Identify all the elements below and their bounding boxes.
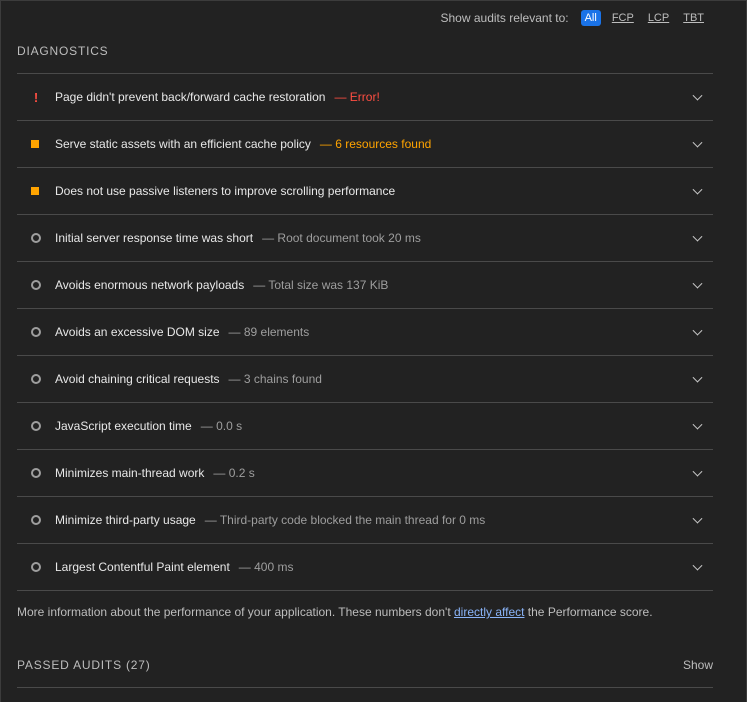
chevron-down-icon[interactable] [692,372,703,383]
audit-title: Initial server response time was short [55,231,254,245]
audit-detail: — 0.0 s [200,419,243,433]
chevron-down-icon[interactable] [692,560,703,571]
informative-circle-icon [31,562,41,572]
chevron-down-icon[interactable] [692,137,703,148]
filter-fcp-button[interactable]: FCP [609,11,637,25]
chevron-down-icon[interactable] [692,325,703,336]
audit-row[interactable]: Serve static assets with an efficient ca… [17,121,713,168]
warning-square-icon [31,187,39,195]
informative-circle-icon [31,374,41,384]
audit-title: Avoids enormous network payloads [55,278,245,292]
audit-row[interactable]: Avoid chaining critical requests — 3 chai… [17,356,713,403]
audit-title: Minimize third-party usage [55,513,196,527]
informative-circle-icon [31,421,41,431]
info-text-after: the Performance score. [524,605,653,619]
informative-circle-icon [31,468,41,478]
warning-square-icon [31,140,39,148]
diagnostics-audit-list: ! Page didn't prevent back/forward cache … [17,73,713,591]
diagnostics-title: DIAGNOSTICS [17,44,109,58]
audit-row[interactable]: Minimize third-party usage — Third-party … [17,497,713,544]
audit-detail: — 89 elements [228,325,310,339]
audit-status-icon-wrap [17,374,55,384]
audit-title: Avoid chaining critical requests [55,372,220,386]
chevron-down-icon[interactable] [692,231,703,242]
audit-title: Does not use passive listeners to improv… [55,184,396,198]
filter-lcp-button[interactable]: LCP [645,11,672,25]
audit-row[interactable]: Avoids enormous network payloads — Total … [17,262,713,309]
audit-row[interactable]: Does not use passive listeners to improv… [17,168,713,215]
audit-detail: — Total size was 137 KiB [253,278,389,292]
filter-all-button[interactable]: All [580,10,601,26]
audit-row[interactable]: JavaScript execution time — 0.0 s [17,403,713,450]
audit-status-icon-wrap [17,280,55,290]
audit-detail: — 400 ms [238,560,294,574]
chevron-down-icon[interactable] [692,419,703,430]
passed-audits-title: PASSED AUDITS (27) [17,658,151,672]
audit-row[interactable]: Minimizes main-thread work — 0.2 s [17,450,713,497]
chevron-down-icon[interactable] [692,466,703,477]
audit-filter-bar: Show audits relevant to: All FCP LCP TBT [441,10,708,26]
directly-affect-link[interactable]: directly affect [454,605,524,619]
audit-status-icon-wrap [17,515,55,525]
chevron-down-icon[interactable] [692,278,703,289]
audit-status-icon-wrap [17,233,55,243]
audit-detail: — 0.2 s [213,466,255,480]
audit-status-icon-wrap [17,421,55,431]
audit-title: Serve static assets with an efficient ca… [55,137,311,151]
audit-detail: — Third-party code blocked the main thre… [204,513,486,527]
informative-circle-icon [31,327,41,337]
audit-detail: — Error! [334,90,380,104]
audit-title: Avoids an excessive DOM size [55,325,220,339]
informative-circle-icon [31,280,41,290]
audit-status-icon-wrap [17,327,55,337]
passed-audits-header[interactable]: PASSED AUDITS (27) Show [17,645,713,688]
chevron-down-icon[interactable] [692,184,703,195]
audit-row[interactable]: ! Page didn't prevent back/forward cache … [17,74,713,121]
audit-row[interactable]: Largest Contentful Paint element — 400 ms [17,544,713,591]
chevron-down-icon[interactable] [692,513,703,524]
filter-tbt-button[interactable]: TBT [680,11,707,25]
chevron-down-icon[interactable] [692,90,703,101]
audit-status-icon-wrap: ! [17,90,55,105]
info-text-before: More information about the performance o… [17,605,454,619]
performance-info-text: More information about the performance o… [17,605,653,619]
audit-detail: — Root document took 20 ms [262,231,421,245]
audit-title: Largest Contentful Paint element [55,560,230,574]
audit-detail: — 6 resources found [319,137,432,151]
show-passed-audits-button[interactable]: Show [683,658,713,672]
audit-status-icon-wrap [17,140,55,148]
audit-status-icon-wrap [17,562,55,572]
filter-label: Show audits relevant to: [440,11,569,25]
report-panel: Show audits relevant to: All FCP LCP TBT… [0,0,747,702]
audit-row[interactable]: Initial server response time was short — … [17,215,713,262]
audit-detail: — 3 chains found [228,372,322,386]
audit-title: Page didn't prevent back/forward cache r… [55,90,326,104]
audit-status-icon-wrap [17,468,55,478]
audit-title: JavaScript execution time [55,419,192,433]
error-icon: ! [33,89,39,105]
informative-circle-icon [31,515,41,525]
informative-circle-icon [31,233,41,243]
audit-row[interactable]: Avoids an excessive DOM size — 89 element… [17,309,713,356]
audit-title: Minimizes main-thread work [55,466,205,480]
audit-status-icon-wrap [17,187,55,195]
